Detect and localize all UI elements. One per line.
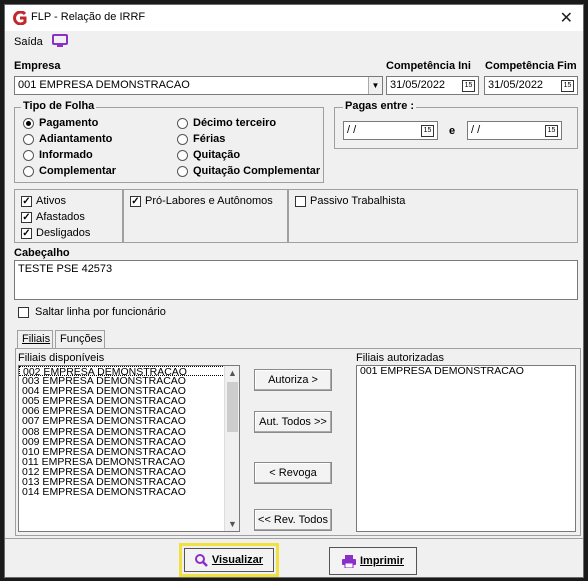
pagas-ate-value: / / — [471, 124, 481, 136]
window-title: FLP - Relação de IRRF — [31, 11, 146, 23]
menu-saida[interactable]: Saída — [14, 36, 43, 48]
tab-filiais-label: Filiais — [22, 333, 51, 345]
filiais-autorizadas-list[interactable]: 001 EMPRESA DEMONSTRACAO — [356, 365, 576, 532]
check-ativos-label: Ativos — [36, 195, 66, 207]
chevron-down-icon[interactable]: ▼ — [368, 77, 382, 94]
empresa-label: Empresa — [14, 60, 61, 72]
check-ativos[interactable]: ✓ — [21, 196, 32, 207]
pagas-ate-field[interactable]: / / 15 — [467, 121, 562, 140]
radio-quitacao-label: Quitação — [193, 149, 241, 161]
calendar-icon[interactable]: 15 — [561, 80, 574, 92]
passivo-check-group: Passivo Trabalhista — [288, 189, 578, 243]
pagas-e-label: e — [449, 125, 456, 137]
check-passivo-label: Passivo Trabalhista — [310, 195, 406, 207]
status-check-group: ✓ Ativos ✓ Afastados ✓ Desligados — [14, 189, 123, 243]
list-item[interactable]: 001 EMPRESA DEMONSTRACAO — [357, 366, 575, 376]
radio-quitacao-complementar[interactable] — [177, 166, 188, 177]
radio-informado[interactable] — [23, 150, 34, 161]
tab-funcoes-label: Funções — [60, 333, 103, 345]
cabecalho-value: TESTE PSE 42573 — [18, 263, 113, 275]
tab-filiais[interactable]: Filiais — [17, 330, 53, 348]
magnifier-icon — [194, 553, 208, 567]
radio-pagamento[interactable] — [23, 118, 34, 129]
monitor-icon[interactable] — [52, 34, 68, 47]
scrollbar[interactable]: ▲ ▼ — [224, 366, 239, 531]
close-icon[interactable]: ✕ — [560, 8, 573, 28]
cabecalho-textarea[interactable]: TESTE PSE 42573 — [14, 260, 578, 300]
cabecalho-label: Cabeçalho — [14, 247, 70, 259]
pagas-de-field[interactable]: / / 15 — [343, 121, 438, 140]
pagas-de-value: / / — [347, 124, 357, 136]
competencia-ini-value: 31/05/2022 — [390, 79, 446, 91]
menu-bar: Saída — [5, 31, 583, 53]
check-afastados[interactable]: ✓ — [21, 212, 32, 223]
scroll-down-icon[interactable]: ▼ — [225, 517, 239, 531]
tipo-folha-group: Tipo de Folha Pagamento Adiantamento Inf… — [14, 100, 324, 183]
aut-todos-button[interactable]: Aut. Todos >> — [254, 411, 332, 433]
autoriza-button[interactable]: Autoriza > — [254, 369, 332, 391]
bottom-separator — [5, 538, 583, 539]
pagas-entre-group: Pagas entre : / / 15 e / / 15 — [334, 100, 578, 149]
dialog-window: FLP - Relação de IRRF ✕ Saída Empresa 00… — [4, 4, 584, 578]
filiais-autorizadas-label: Filiais autorizadas — [356, 352, 445, 364]
imprimir-button[interactable]: Imprimir — [329, 547, 417, 575]
empresa-value: 001 EMPRESA DEMONSTRACAO — [18, 79, 190, 91]
check-pro-labores-label: Pró-Labores e Autônomos — [145, 195, 273, 207]
radio-adiantamento-label: Adiantamento — [39, 133, 113, 145]
radio-quitacao[interactable] — [177, 150, 188, 161]
visualizar-button[interactable]: Visualizar — [184, 548, 274, 572]
list-item[interactable]: 014 EMPRESA DEMONSTRACAO — [19, 487, 239, 498]
revoga-button[interactable]: < Revoga — [254, 462, 332, 484]
check-afastados-label: Afastados — [36, 211, 85, 223]
filiais-panel: Filiais disponíveis 002 EMPRESA DEMONSTR… — [15, 348, 581, 536]
check-desligados[interactable]: ✓ — [21, 228, 32, 239]
check-saltar-linha[interactable] — [18, 307, 29, 318]
radio-ferias-label: Férias — [193, 133, 226, 145]
competencia-fim-value: 31/05/2022 — [488, 79, 544, 91]
check-pro-labores[interactable]: ✓ — [130, 196, 141, 207]
competencia-fim-label: Competência Fim — [485, 60, 577, 72]
title-bar: FLP - Relação de IRRF ✕ — [5, 5, 583, 31]
filiais-disponiveis-list[interactable]: 002 EMPRESA DEMONSTRACAO 003 EMPRESA DEMO… — [18, 365, 240, 532]
tipo-folha-title: Tipo de Folha — [21, 100, 97, 112]
radio-complementar[interactable] — [23, 166, 34, 177]
scroll-up-icon[interactable]: ▲ — [225, 366, 239, 380]
radio-complementar-label: Complementar — [39, 165, 117, 177]
calendar-icon[interactable]: 15 — [545, 125, 558, 137]
visualizar-label: Visualizar — [211, 554, 264, 566]
check-desligados-label: Desligados — [36, 227, 91, 239]
radio-decimo-terceiro[interactable] — [177, 118, 188, 129]
radio-pagamento-label: Pagamento — [39, 117, 99, 129]
competencia-ini-field[interactable]: 31/05/2022 15 — [386, 76, 479, 95]
calendar-icon[interactable]: 15 — [421, 125, 434, 137]
scroll-thumb[interactable] — [227, 382, 238, 432]
visualizar-highlight: Visualizar — [179, 543, 279, 577]
radio-quitacao-complementar-label: Quitação Complementar — [193, 165, 321, 177]
calendar-icon[interactable]: 15 — [462, 80, 475, 92]
radio-ferias[interactable] — [177, 134, 188, 145]
imprimir-label: Imprimir — [359, 555, 404, 567]
rev-todos-button[interactable]: << Rev. Todos — [254, 509, 332, 531]
check-passivo[interactable] — [295, 196, 306, 207]
competencia-ini-label: Competência Ini — [386, 60, 471, 72]
app-logo-icon — [13, 11, 27, 25]
radio-informado-label: Informado — [39, 149, 93, 161]
empresa-select[interactable]: 001 EMPRESA DEMONSTRACAO ▼ — [14, 76, 383, 95]
printer-icon — [341, 554, 356, 568]
pagas-entre-title: Pagas entre : — [343, 100, 417, 112]
filiais-disponiveis-label: Filiais disponíveis — [18, 352, 105, 364]
pro-labore-check-group: ✓ Pró-Labores e Autônomos — [123, 189, 288, 243]
check-saltar-linha-label: Saltar linha por funcionário — [35, 306, 166, 318]
radio-adiantamento[interactable] — [23, 134, 34, 145]
competencia-fim-field[interactable]: 31/05/2022 15 — [484, 76, 578, 95]
tab-funcoes[interactable]: Funções — [55, 330, 105, 348]
radio-decimo-terceiro-label: Décimo terceiro — [193, 117, 277, 129]
